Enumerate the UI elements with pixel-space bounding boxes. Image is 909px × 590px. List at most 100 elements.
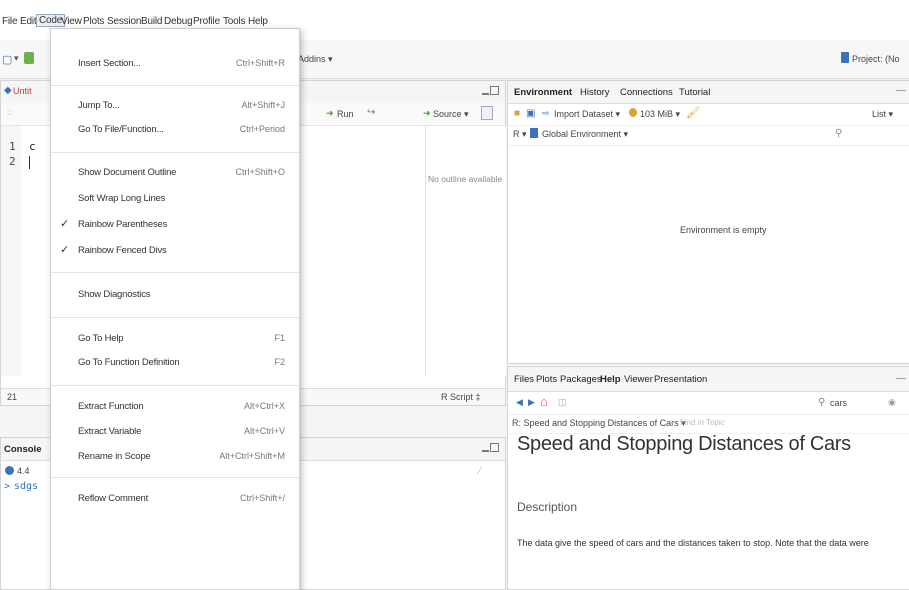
tab-environment[interactable]: Environment: [514, 87, 572, 98]
tab-viewer[interactable]: Viewer: [624, 374, 653, 385]
run-button[interactable]: Run: [337, 109, 354, 119]
menu-profile[interactable]: Profile: [193, 16, 220, 27]
menu-item-shortcut: Ctrl+Shift+O: [235, 167, 285, 177]
menu-item-jump-to[interactable]: Jump To... Alt+Shift+J: [51, 96, 299, 116]
menu-item-go-to-file-function[interactable]: Go To File/Function... Ctrl+Period: [51, 120, 299, 140]
help-search-input[interactable]: cars: [830, 398, 847, 408]
tab-files[interactable]: Files: [514, 374, 534, 385]
menu-item-show-document-outline[interactable]: Show Document Outline Ctrl+Shift+O: [51, 163, 299, 183]
memory-pie-icon: [629, 108, 637, 117]
menu-tools[interactable]: Tools: [223, 16, 246, 27]
menu-item-show-diagnostics[interactable]: Show Diagnostics: [51, 285, 299, 305]
menu-item-label: Jump To...: [78, 100, 120, 111]
tab-tutorial[interactable]: Tutorial: [679, 87, 710, 98]
new-project-icon[interactable]: [24, 52, 34, 64]
new-file-dropdown-icon[interactable]: ▾: [14, 53, 19, 64]
console-input[interactable]: sdgs: [14, 481, 38, 492]
code-line[interactable]: c: [29, 140, 36, 153]
menu-item-extract-function[interactable]: Extract Function Alt+Ctrl+X: [51, 397, 299, 417]
menu-item-insert-section[interactable]: Insert Section... Ctrl+Shift+R: [51, 54, 299, 74]
tab-presentation[interactable]: Presentation: [654, 374, 707, 385]
tab-plots[interactable]: Plots: [536, 374, 557, 385]
rerun-icon[interactable]: ↪: [367, 107, 375, 118]
menu-build[interactable]: Build: [141, 16, 162, 27]
text-cursor: [29, 156, 30, 169]
tab-history[interactable]: History: [580, 87, 610, 98]
language-selector[interactable]: R ▾: [513, 129, 527, 140]
load-workspace-icon[interactable]: ■: [514, 108, 520, 119]
home-icon[interactable]: ⌂: [540, 394, 548, 409]
cursor-position: 21: [7, 392, 18, 402]
menu-file[interactable]: File: [2, 16, 18, 27]
menu-item-shortcut: Alt+Ctrl+V: [243, 426, 285, 436]
menu-item-go-to-function-definition[interactable]: Go To Function Definition F2: [51, 353, 299, 373]
menu-item-label: Soft Wrap Long Lines: [78, 193, 166, 204]
help-search-icon: ⚲: [818, 397, 826, 408]
find-in-topic-input[interactable]: Find in Topic: [680, 418, 725, 427]
import-dataset-button[interactable]: Import Dataset ▾: [554, 109, 620, 120]
menu-item-rainbow-parentheses[interactable]: ✓ Rainbow Parentheses: [51, 215, 299, 235]
help-section-heading: Description: [517, 500, 578, 514]
clear-search-icon[interactable]: ◉: [888, 397, 896, 408]
menu-view[interactable]: View: [61, 16, 82, 27]
menu-help[interactable]: Help: [248, 16, 268, 27]
menu-plots[interactable]: Plots: [83, 16, 104, 27]
back-arrow-icon[interactable]: ◀: [516, 397, 523, 408]
file-type-selector[interactable]: R Script ‡: [441, 392, 481, 402]
menu-item-shortcut: Alt+Ctrl+X: [243, 401, 285, 411]
env-minimize-icon[interactable]: —: [896, 85, 906, 96]
help-breadcrumb-bar: R: Speed and Stopping Distances of Cars …: [508, 415, 909, 434]
clear-console-icon[interactable]: ⁄: [479, 466, 481, 477]
editor-minmax[interactable]: [481, 86, 499, 96]
line-number: 2: [9, 155, 16, 168]
tab-packages[interactable]: Packages: [560, 374, 602, 385]
menu-edit[interactable]: Edit: [20, 16, 37, 27]
memory-usage-button[interactable]: 103 MiB ▾: [640, 109, 680, 120]
menu-item-shortcut: Ctrl+Shift+/: [239, 493, 285, 503]
menu-separator: [51, 152, 299, 153]
menu-item-reflow-comment[interactable]: Reflow Comment Ctrl+Shift+/: [51, 489, 299, 509]
files-minimize-icon[interactable]: —: [896, 373, 906, 384]
tab-console[interactable]: Console: [4, 444, 41, 455]
outline-toggle-icon[interactable]: [481, 106, 493, 120]
menu-item-label: Rainbow Parentheses: [78, 219, 168, 230]
menu-item-rainbow-fenced-divs[interactable]: ✓ Rainbow Fenced Divs: [51, 241, 299, 261]
menu-item-label: Show Diagnostics: [78, 289, 151, 300]
env-search-input[interactable]: [848, 127, 908, 141]
menu-debug[interactable]: Debug: [164, 16, 193, 27]
list-view-button[interactable]: List ▾: [872, 109, 893, 120]
menu-item-soft-wrap[interactable]: Soft Wrap Long Lines: [51, 189, 299, 209]
clear-workspace-icon[interactable]: 🖌: [686, 106, 700, 119]
menu-separator: [51, 385, 299, 386]
addins-button[interactable]: Addins ▾: [298, 54, 333, 65]
popout-icon[interactable]: ◫: [558, 397, 567, 408]
env-scope-bar: R ▾ Global Environment ▾ ⚲: [508, 125, 909, 146]
project-button[interactable]: Project: (No: [852, 54, 900, 64]
editor-tab-untitled[interactable]: Untit: [13, 86, 32, 96]
menu-item-label: Extract Function: [78, 401, 144, 412]
menu-item-label: Go To File/Function...: [78, 124, 164, 135]
new-file-icon[interactable]: ▢: [2, 53, 12, 66]
global-environment-selector[interactable]: Global Environment ▾: [542, 129, 628, 140]
tab-connections[interactable]: Connections: [620, 87, 673, 98]
help-topic-selector[interactable]: R: Speed and Stopping Distances of Cars …: [512, 418, 686, 429]
save-workspace-icon[interactable]: ▣: [526, 108, 535, 119]
console-minmax[interactable]: [481, 443, 499, 453]
menu-item-extract-variable[interactable]: Extract Variable Alt+Ctrl+V: [51, 422, 299, 442]
menu-item-rename-in-scope[interactable]: Rename in Scope Alt+Ctrl+Shift+M: [51, 447, 299, 467]
source-button[interactable]: Source ▾: [433, 109, 469, 120]
help-toolbar: ◀ ▶ ⌂ ◫ ⚲ cars ◉: [508, 392, 909, 415]
back-icon[interactable]: ◌: [7, 107, 13, 118]
menu-item-shortcut: Alt+Ctrl+Shift+M: [219, 451, 285, 461]
tab-help[interactable]: Help: [600, 374, 621, 385]
menu-item-label: Show Document Outline: [78, 167, 177, 178]
menu-item-go-to-help[interactable]: Go To Help F1: [51, 329, 299, 349]
forward-arrow-icon[interactable]: ▶: [528, 397, 535, 408]
line-number: 1: [9, 140, 16, 153]
r-version: 4.4: [17, 466, 30, 476]
run-icon: ➜: [326, 108, 334, 118]
project-icon: [841, 52, 849, 63]
menu-separator: [51, 85, 299, 86]
menu-session[interactable]: Session: [107, 16, 141, 27]
menu-item-label: Reflow Comment: [78, 493, 149, 504]
